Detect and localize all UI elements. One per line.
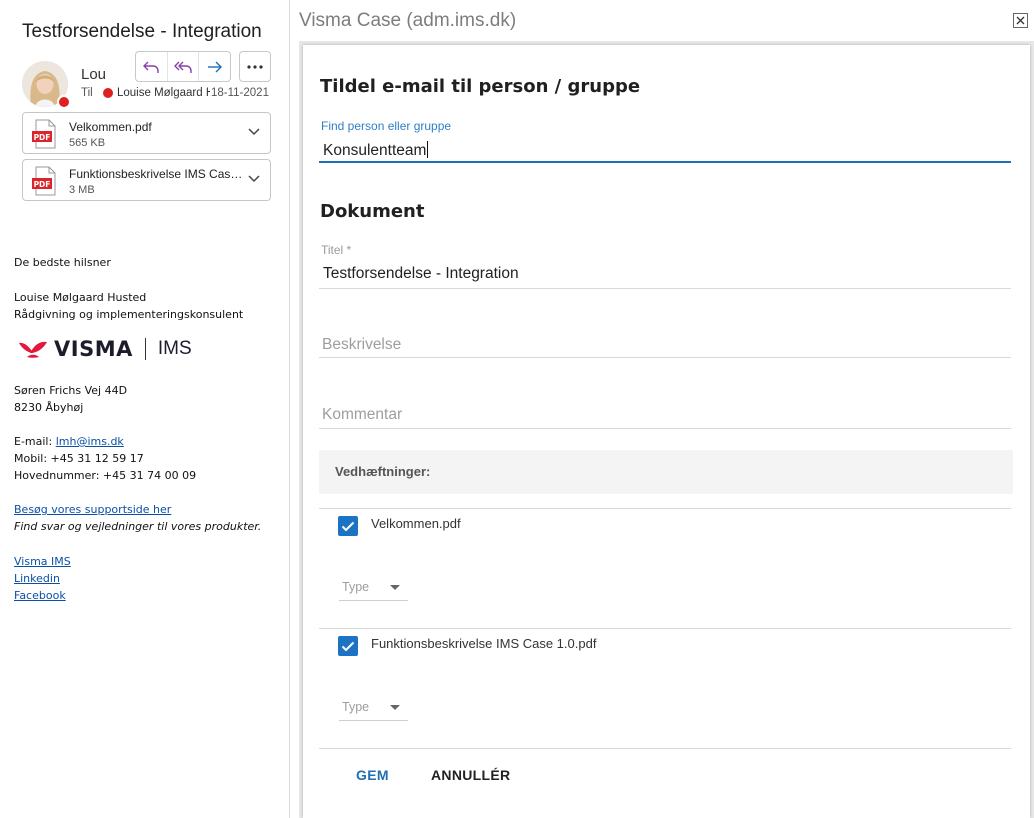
find-person-input[interactable]: Konsulentteam [323, 141, 429, 160]
reply-all-button[interactable] [166, 52, 199, 81]
chevron-down-icon[interactable] [248, 175, 260, 183]
save-button[interactable]: GEM [356, 767, 389, 783]
support-text-row: Find svar og vejledninger til vores prod… [14, 518, 261, 535]
title-underline [319, 288, 1011, 289]
attachment-divider [319, 628, 1011, 629]
type-select-placeholder: Type [342, 580, 370, 594]
mail-subject: Testforsendelse - Integration [22, 21, 262, 42]
sender-name[interactable]: Lou [81, 66, 106, 83]
presence-busy-icon [57, 95, 71, 109]
attachment-type-select[interactable]: Type [339, 575, 408, 601]
attachment-card[interactable]: PDF Velkommen.pdf 565 KB [22, 112, 271, 154]
dropdown-caret-icon [390, 585, 400, 590]
email-link[interactable]: lmh@ims.dk [56, 435, 124, 448]
comment-input[interactable]: Kommentar [322, 406, 402, 424]
attachment-checkbox-checked[interactable] [338, 636, 358, 656]
attachment-file-name: Velkommen.pdf [371, 516, 461, 531]
attachments-header: Vedhæftninger: [319, 450, 1013, 494]
attachments-header-label: Vedhæftninger: [335, 464, 431, 479]
visma-ims-link-row: Visma IMS [14, 553, 71, 570]
close-addin-button[interactable] [1013, 13, 1028, 28]
attachment-card[interactable]: PDF Funktionsbeskrivelse IMS Case 1.0.pd… [22, 159, 271, 201]
attachment-checkbox-checked[interactable] [338, 516, 358, 536]
signature-name: Louise Mølgaard Husted [14, 291, 147, 304]
recipient-presence-icon [103, 88, 113, 98]
reply-all-icon [174, 61, 192, 73]
title-input[interactable]: Testforsendelse - Integration [323, 265, 519, 283]
attachment-name: Funktionsbeskrivelse IMS Case 1.0.pdf [69, 167, 245, 181]
reply-button[interactable] [136, 52, 167, 81]
reply-icon [143, 61, 160, 73]
more-actions-button[interactable] [239, 51, 271, 82]
signature-address-street: Søren Frichs Vej 44D [14, 384, 128, 397]
attachment-size: 565 KB [69, 137, 106, 149]
mail-date: 18-11-2021 [210, 87, 269, 99]
visma-logo-text: VISMA [54, 337, 133, 361]
text-caret [427, 141, 429, 158]
email-label: E-mail: [14, 435, 53, 448]
pdf-file-icon: PDF [32, 166, 56, 196]
find-person-underline-focused [319, 161, 1011, 163]
logo-separator [144, 338, 146, 360]
comment-underline [319, 428, 1011, 429]
visma-logo-icon [19, 341, 47, 358]
find-person-label: Find person eller gruppe [321, 119, 452, 133]
description-input[interactable]: Beskrivelse [322, 336, 401, 354]
more-icon [247, 64, 263, 69]
checkmark-icon [341, 521, 355, 531]
facebook-link[interactable]: Facebook [14, 589, 66, 602]
support-link[interactable]: Besøg vores supportside her [14, 503, 171, 516]
actions-divider [319, 748, 1011, 749]
attachment-divider [319, 508, 1011, 509]
description-underline [319, 357, 1011, 358]
dropdown-caret-icon [390, 705, 400, 710]
cancel-button[interactable]: ANNULLÉR [431, 767, 510, 783]
pane-divider[interactable] [289, 0, 290, 818]
attachment-file-name: Funktionsbeskrivelse IMS Case 1.0.pdf [371, 636, 597, 651]
linkedin-link-row: Linkedin [14, 570, 60, 587]
visma-ims-link[interactable]: Visma IMS [14, 555, 71, 568]
assign-section-heading: Tildel e-mail til person / gruppe [320, 76, 641, 97]
mail-reading-pane: Testforsendelse - Integration Lou Til Lo… [0, 0, 289, 818]
reply-button-group [135, 51, 231, 82]
signature-email-row: E-mail: lmh@ims.dk [14, 433, 124, 450]
type-select-placeholder: Type [342, 700, 370, 714]
linkedin-link[interactable]: Linkedin [14, 572, 60, 585]
svg-text:PDF: PDF [34, 180, 51, 189]
signature-main-phone: Hovednummer: +45 31 74 00 09 [14, 469, 197, 482]
attachment-size: 3 MB [69, 184, 95, 196]
forward-icon [207, 61, 222, 72]
signature-greeting: De bedste hilsner [14, 256, 111, 269]
attachment-type-select[interactable]: Type [339, 695, 408, 721]
find-person-value: Konsulentteam [323, 142, 427, 159]
support-link-row: Besøg vores supportside her [14, 501, 171, 518]
support-text: Find svar og vejledninger til vores prod… [14, 520, 262, 533]
checkmark-icon [341, 641, 355, 651]
signature-address-city: 8230 Åbyhøj [14, 401, 84, 414]
visma-ims-logo: VISMA IMS [18, 337, 192, 361]
facebook-link-row: Facebook [14, 587, 66, 604]
ims-logo-text: IMS [157, 338, 192, 359]
attachment-name: Velkommen.pdf [69, 120, 152, 134]
forward-button[interactable] [198, 52, 230, 81]
svg-text:PDF: PDF [34, 133, 51, 142]
document-section-heading: Dokument [320, 201, 425, 222]
title-field-label: Titel * [321, 243, 352, 257]
chevron-down-icon[interactable] [248, 128, 260, 136]
to-label: Til [81, 87, 93, 99]
addin-title: Visma Case (adm.ims.dk) [299, 10, 517, 31]
close-icon [1016, 16, 1025, 25]
signature-mobile: Mobil: +45 31 12 59 17 [14, 452, 144, 465]
pdf-file-icon: PDF [32, 119, 56, 149]
signature-role: Rådgivning og implementeringskonsulent [14, 308, 244, 321]
